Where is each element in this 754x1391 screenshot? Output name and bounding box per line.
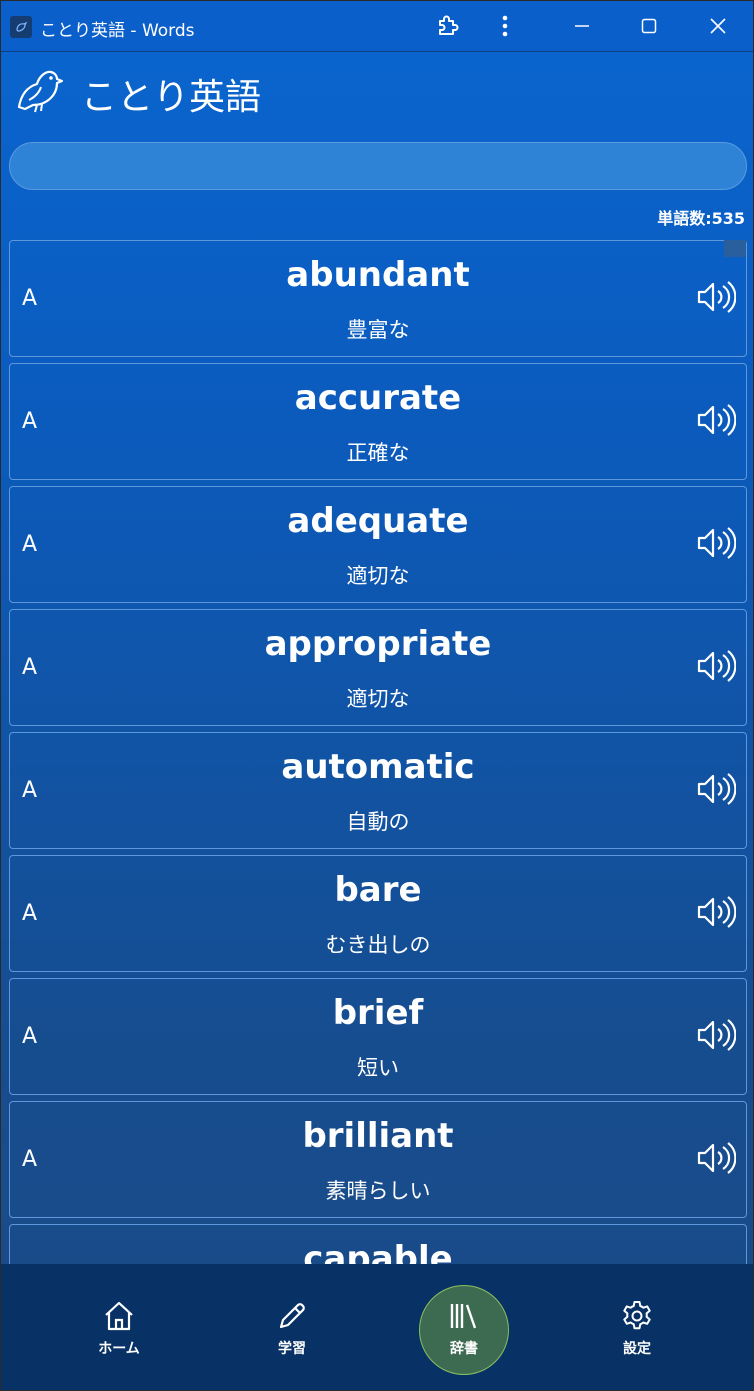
maximize-icon[interactable]: [616, 1, 682, 51]
word-term: adequate: [287, 501, 469, 541]
speaker-icon[interactable]: [696, 525, 736, 561]
word-term: capable: [303, 1239, 453, 1264]
nav-label: 設定: [623, 1341, 651, 1357]
library-icon: [450, 1304, 477, 1329]
app-window: ことり英語 - Words ことり英語 単語数:535 A abundant 豊…: [0, 0, 754, 1391]
speaker-icon[interactable]: [696, 771, 736, 807]
nav-label: ホーム: [98, 1341, 140, 1357]
nav-label: 辞書: [450, 1341, 478, 1357]
word-meaning: 適切な: [346, 687, 410, 711]
word-card[interactable]: A appropriate 適切な: [9, 609, 747, 726]
word-term: abundant: [286, 255, 470, 295]
word-card[interactable]: A bare むき出しの: [9, 855, 747, 972]
speaker-icon[interactable]: [696, 279, 736, 315]
pencil-icon: [279, 1303, 305, 1329]
nav-item-study[interactable]: 学習: [232, 1264, 352, 1390]
word-card[interactable]: capable: [9, 1224, 747, 1264]
speaker-icon[interactable]: [696, 894, 736, 930]
word-meaning: 短い: [357, 1056, 399, 1080]
nav-item-dictionary[interactable]: 辞書: [404, 1264, 524, 1390]
close-icon[interactable]: [685, 1, 751, 51]
word-term: automatic: [281, 747, 475, 787]
more-vertical-icon[interactable]: [472, 1, 538, 51]
word-card[interactable]: A brief 短い: [9, 978, 747, 1095]
speaker-icon[interactable]: [696, 402, 736, 438]
scrollbar-thumb[interactable]: [724, 240, 746, 257]
word-card[interactable]: A accurate 正確な: [9, 363, 747, 480]
title-bar: ことり英語 - Words: [1, 1, 753, 52]
bird-icon: [17, 70, 63, 113]
bottom-nav: ホーム 学習 辞書 設定: [1, 1264, 753, 1390]
word-card[interactable]: A abundant 豊富な: [9, 240, 747, 357]
word-term: brilliant: [302, 1116, 454, 1156]
home-icon: [105, 1301, 133, 1331]
speaker-icon[interactable]: [696, 1017, 736, 1053]
word-meaning: 自動の: [346, 810, 410, 834]
app-icon: [10, 16, 32, 38]
app-header: ことり英語: [1, 52, 753, 136]
nav-item-settings[interactable]: 設定: [577, 1264, 697, 1390]
word-term: brief: [332, 993, 424, 1033]
app-name: ことり英語: [81, 77, 262, 118]
word-meaning: 素晴らしい: [325, 1179, 431, 1203]
word-term: appropriate: [264, 624, 492, 664]
minimize-icon[interactable]: [549, 1, 615, 51]
nav-item-home[interactable]: ホーム: [59, 1264, 179, 1390]
word-card[interactable]: A automatic 自動の: [9, 732, 747, 849]
word-card[interactable]: A adequate 適切な: [9, 486, 747, 603]
word-term: bare: [334, 870, 422, 910]
puzzle-icon[interactable]: [414, 1, 480, 51]
word-card[interactable]: A brilliant 素晴らしい: [9, 1101, 747, 1218]
search-input[interactable]: [9, 142, 747, 190]
window-title: ことり英語 - Words: [40, 21, 195, 41]
word-list: A abundant 豊富な A accurate 正確な A adequate…: [9, 240, 747, 1264]
gear-icon: [623, 1301, 651, 1330]
word-count: 単語数:535: [657, 209, 745, 228]
nav-label: 学習: [278, 1341, 306, 1357]
word-meaning: 適切な: [346, 564, 410, 588]
speaker-icon[interactable]: [696, 648, 736, 684]
word-meaning: 豊富な: [346, 318, 410, 342]
speaker-icon[interactable]: [696, 1140, 736, 1176]
word-term: accurate: [294, 378, 462, 418]
word-meaning: むき出しの: [325, 933, 431, 957]
word-meaning: 正確な: [346, 441, 410, 465]
